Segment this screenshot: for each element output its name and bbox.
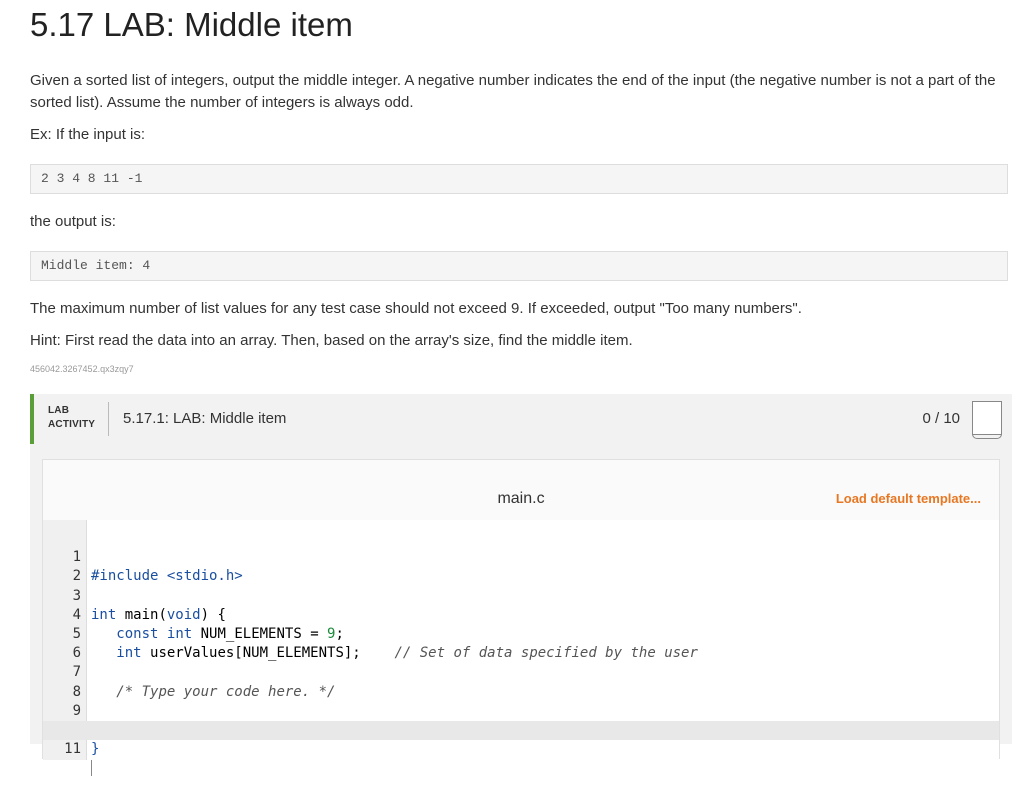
example-intro: Ex: If the input is: bbox=[30, 126, 146, 143]
completion-checkbox-icon bbox=[972, 401, 1002, 439]
code-line[interactable]: 10 } bbox=[43, 702, 999, 757]
code-line[interactable]: 8 bbox=[43, 663, 999, 700]
lab-tag-line1: LAB bbox=[48, 405, 70, 416]
code-line[interactable]: 9 return 0; bbox=[43, 683, 999, 738]
code-line[interactable]: 3 int main(void) { bbox=[43, 567, 999, 623]
lab-activity-header: LAB ACTIVITY 5.17.1: LAB: Middle item 0 … bbox=[30, 394, 1012, 444]
text-cursor bbox=[91, 760, 92, 777]
code-editor[interactable]: 1 #include <stdio.h> 2 3 int main(void) … bbox=[43, 520, 999, 777]
code-line-active[interactable]: 11 bbox=[43, 720, 999, 777]
code-editor-panel: main.c Load default template... 1 #inclu… bbox=[42, 459, 1000, 777]
code-line[interactable]: 7 /* Type your code here. */ bbox=[43, 644, 999, 699]
max-values-note: The maximum number of list values for an… bbox=[30, 300, 802, 317]
lab-tag-line2: ACTIVITY bbox=[48, 419, 96, 430]
activity-id-code: 456042.3267452.qx3zqy7 bbox=[30, 364, 134, 374]
lab-score: 0 / 10 bbox=[922, 410, 960, 427]
load-default-template-link[interactable]: Load default template... bbox=[836, 491, 981, 506]
lab-activity-tag: LAB ACTIVITY bbox=[48, 404, 95, 432]
code-lines: 1 #include <stdio.h> 2 3 int main(void) … bbox=[43, 529, 999, 777]
lab-activity-title: 5.17.1: LAB: Middle item bbox=[123, 410, 287, 427]
example-input-box: 2 3 4 8 11 -1 bbox=[30, 164, 1008, 194]
hint-text: Hint: First read the data into an array.… bbox=[30, 332, 633, 349]
code-line[interactable]: 6 bbox=[43, 625, 999, 661]
lab-editor-container: main.c Load default template... 1 #inclu… bbox=[30, 444, 1012, 777]
example-output-box: Middle item: 4 bbox=[30, 251, 1008, 281]
code-line[interactable]: 1 #include <stdio.h> bbox=[43, 529, 999, 584]
line-content bbox=[91, 759, 92, 778]
page-title: 5.17 LAB: Middle item bbox=[30, 6, 353, 43]
code-line[interactable]: 5 int userValues[NUM_ELEMENTS]; // Set o… bbox=[43, 606, 999, 661]
code-line[interactable]: 4 const int NUM_ELEMENTS = 9; bbox=[43, 587, 999, 642]
lab-header-divider bbox=[108, 402, 109, 436]
code-line[interactable]: 2 bbox=[43, 548, 999, 584]
output-intro: the output is: bbox=[30, 213, 116, 230]
problem-description: Given a sorted list of integers, output … bbox=[30, 72, 996, 111]
line-number: 11 bbox=[64, 741, 81, 758]
